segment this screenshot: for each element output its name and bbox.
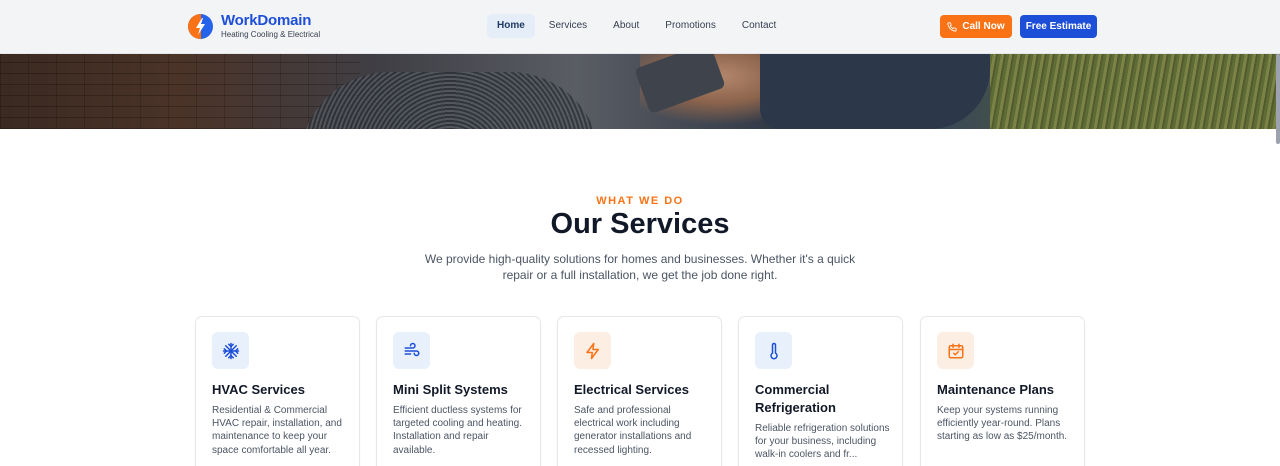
service-card-title: HVAC Services	[212, 382, 305, 397]
service-card-description: Efficient ductless systems for targeted …	[393, 405, 522, 456]
main-nav: Home Services About Promotions Contact	[487, 14, 790, 38]
nav-services[interactable]: Services	[539, 14, 597, 38]
service-card-title: Commercial Refrigeration	[755, 382, 836, 415]
service-card-refrigeration[interactable]: Commercial Refrigeration Reliable refrig…	[738, 316, 903, 466]
service-card-title: Maintenance Plans	[937, 382, 1055, 397]
phone-icon	[947, 21, 958, 32]
section-subtitle: We provide high-quality solutions for ho…	[424, 252, 856, 282]
section-title: Our Services	[550, 208, 730, 240]
call-now-button[interactable]: Call Now	[940, 15, 1012, 38]
snowflake-icon	[212, 332, 249, 369]
brand-name: WorkDomain	[221, 12, 312, 29]
free-estimate-button[interactable]: Free Estimate	[1020, 15, 1097, 38]
nav-promotions[interactable]: Promotions	[655, 14, 726, 38]
nav-about[interactable]: About	[603, 14, 649, 38]
logo-icon	[188, 14, 213, 39]
calendar-check-icon	[937, 332, 974, 369]
nav-home[interactable]: Home	[487, 14, 535, 38]
service-card-description: Residential & Commercial HVAC repair, in…	[212, 405, 342, 456]
page-scrollbar[interactable]	[1276, 54, 1280, 144]
service-card-description: Reliable refrigeration solutions for you…	[755, 423, 890, 461]
section-eyebrow: WHAT WE DO	[596, 195, 684, 207]
lightning-icon	[574, 332, 611, 369]
service-card-description: Safe and professional electrical work in…	[574, 405, 692, 456]
service-card-hvac[interactable]: HVAC Services Residential & Commercial H…	[195, 316, 360, 466]
call-now-label: Call Now	[962, 21, 1005, 32]
brand-tagline: Heating Cooling & Electrical	[221, 30, 321, 39]
hero-image	[0, 54, 1280, 129]
free-estimate-label: Free Estimate	[1025, 21, 1092, 32]
wind-icon	[393, 332, 430, 369]
service-card-title: Mini Split Systems	[393, 382, 508, 397]
service-card-title: Electrical Services	[574, 382, 689, 397]
service-card-mini-split[interactable]: Mini Split Systems Efficient ductless sy…	[376, 316, 541, 466]
site-header: WorkDomain Heating Cooling & Electrical …	[0, 0, 1280, 54]
logo[interactable]: WorkDomain Heating Cooling & Electrical	[188, 13, 320, 40]
service-card-electrical[interactable]: Electrical Services Safe and professiona…	[557, 316, 722, 466]
service-card-description: Keep your systems running efficiently ye…	[937, 405, 1068, 443]
thermometer-icon	[755, 332, 792, 369]
service-card-maintenance[interactable]: Maintenance Plans Keep your systems runn…	[920, 316, 1085, 466]
nav-contact[interactable]: Contact	[732, 14, 786, 38]
